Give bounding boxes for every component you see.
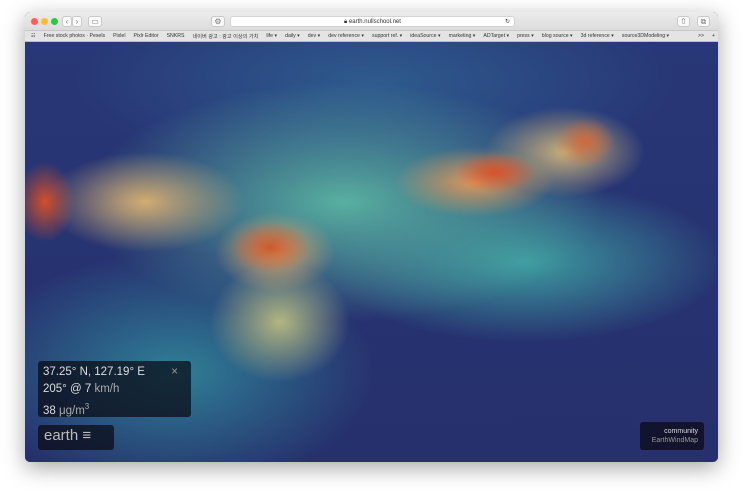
browser-window: ‹ › ▭ ⚙ 🔒︎ earth.nullschool.net ↻ ⇧ ⧉ ☷ F… [25,12,718,462]
location-info-panel: 37.25° N, 127.19° E × 205° @ 7 km/h 38 μg… [38,361,191,417]
share-icon[interactable]: ⇧ [677,16,690,27]
bookmark-item[interactable]: source3DModeling ▾ [622,33,669,40]
close-window-button[interactable] [31,18,38,25]
bookmark-item[interactable]: ideaSource ▾ [410,33,440,40]
reload-icon[interactable]: ↻ [505,17,510,27]
bookmark-item[interactable]: blog source ▾ [542,33,573,40]
back-button[interactable]: ‹ [62,16,72,27]
browser-toolbar: ‹ › ▭ ⚙ 🔒︎ earth.nullschool.net ↻ ⇧ ⧉ [25,12,718,31]
address-bar[interactable]: 🔒︎ earth.nullschool.net ↻ [230,16,515,27]
bookmark-item[interactable]: 네이버 광고 : 광고 이상의 가치 [192,33,258,40]
wind-value: 205° @ 7 [43,383,92,395]
bookmark-item[interactable]: dev ▾ [308,33,320,40]
bookmark-item[interactable]: daily ▾ [285,33,300,40]
sidebar-icon[interactable]: ▭ [88,16,102,27]
url-text: earth.nullschool.net [348,19,401,25]
community-name: EarthWindMap [651,437,698,444]
settings-icon[interactable]: ⚙ [211,16,225,27]
bookmark-item[interactable]: life ▾ [266,33,277,40]
bookmark-item[interactable]: press ▾ [517,33,534,40]
tabs-icon[interactable]: ⧉ [697,16,710,27]
forward-button[interactable]: › [72,16,82,27]
close-icon[interactable]: × [171,364,178,381]
coordinates: 37.25° N, 127.19° E [43,366,145,378]
earth-map[interactable]: 37.25° N, 127.19° E × 205° @ 7 km/h 38 μg… [25,42,718,462]
community-label: community [664,428,698,435]
pm-unit-sup: 3 [84,402,90,411]
new-tab-button[interactable]: + [712,33,715,39]
pm-value: 38 [43,404,56,417]
bookmarks-grid-icon[interactable]: ☷ [31,33,36,39]
bookmark-item[interactable]: Pixlr Editor [133,33,158,40]
community-link[interactable]: community EarthWindMap [640,422,704,450]
bookmarks-overflow[interactable]: >> [698,33,704,39]
bookmark-item[interactable]: Pixlel [113,33,125,40]
menu-icon: ≡ [82,427,92,444]
bookmark-item[interactable]: SNKRS [167,33,185,40]
bookmark-item[interactable]: marketing ▾ [449,33,476,40]
wind-unit: km/h [94,383,120,395]
bookmark-item[interactable]: 3d reference ▾ [581,33,614,40]
zoom-window-button[interactable] [51,18,58,25]
pm-unit: μg/m [59,404,85,417]
minimize-window-button[interactable] [41,18,48,25]
bookmark-item[interactable]: Free stock photos · Pexels [44,33,105,40]
earth-menu-button[interactable]: earth ≡ [38,425,114,450]
earth-logo: earth [44,427,79,444]
bookmark-item[interactable]: ADTarget ▾ [483,33,509,40]
bookmark-item[interactable]: dev reference ▾ [328,33,364,40]
bookmarks-bar: ☷ Free stock photos · Pexels Pixlel Pixlr … [25,31,718,42]
bookmark-item[interactable]: support ref. ▾ [372,33,402,40]
